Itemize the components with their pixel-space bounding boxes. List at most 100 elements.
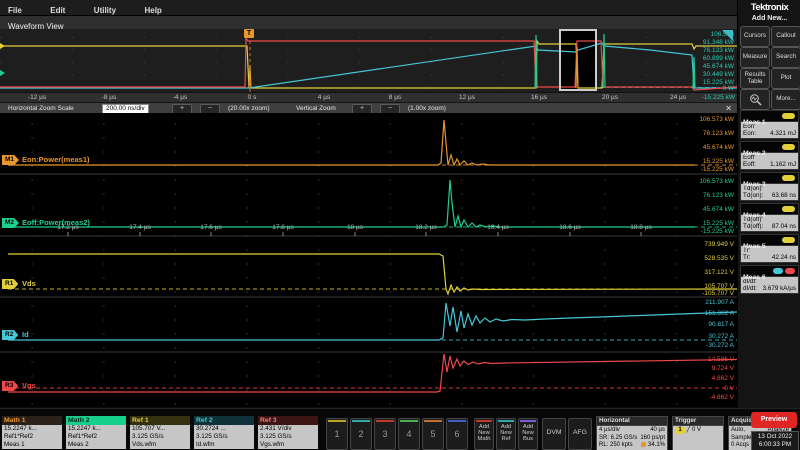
measure-button[interactable]: Measure xyxy=(740,47,770,68)
meas-1-item[interactable]: Meas 1 Eon' Eon: 4.321 mJ xyxy=(740,110,799,139)
meas-source-badge[interactable] xyxy=(782,206,795,212)
add-new-ref-button[interactable]: Add New Ref xyxy=(496,418,516,450)
channel-3-button[interactable]: 3 xyxy=(374,418,396,450)
waveform-view-tab[interactable]: Waveform View xyxy=(0,16,737,30)
more-button[interactable]: More... xyxy=(771,89,800,110)
scale-label: 15.225 kW xyxy=(703,158,734,165)
h-sample-rate: SR: 6.25 GS/s xyxy=(599,435,637,443)
badge-title: Ref 1 xyxy=(130,416,190,425)
results-table-button[interactable]: Results Table xyxy=(740,68,770,89)
zoom-close-icon[interactable]: ✕ xyxy=(725,104,732,113)
scale-label: 45.674 kW xyxy=(703,144,734,151)
channel-2-button[interactable]: 2 xyxy=(350,418,372,450)
badge-title: Math 1 xyxy=(2,416,62,425)
channel-1-button[interactable]: 1 xyxy=(326,418,348,450)
menu-utility[interactable]: Utility xyxy=(94,3,116,15)
ref1-level-marker xyxy=(0,43,5,49)
scale-label: -105.707 V xyxy=(702,290,734,297)
preview-button[interactable]: Preview xyxy=(751,412,797,428)
add-new-bus-button[interactable]: Add New Bus xyxy=(518,418,538,450)
scale-label: 9.724 V xyxy=(712,365,734,372)
horizontal-panel[interactable]: Horizontal 4 µs/div40 µs SR: 6.25 GS/s16… xyxy=(596,416,668,450)
meas-5-item[interactable]: Meas 5 Tr' Tr: 42.24 ns xyxy=(740,234,799,263)
channel-6-button[interactable]: 6 xyxy=(446,418,468,450)
scale-label: 14.586 V xyxy=(708,356,734,363)
add-new-label: Add New... xyxy=(738,15,800,22)
date-label: 13 Oct 2022 xyxy=(752,433,798,441)
vertical-zoom-handle[interactable] xyxy=(722,30,733,41)
add-new-math-button[interactable]: Add New Math xyxy=(474,418,494,450)
time-tick: 18.4 µs xyxy=(487,224,508,231)
overview-tick: 0 s xyxy=(248,94,257,101)
ref3-settings-badge[interactable]: Ref 3 2.431 V/div 3.125 GS/s Vgs.wfm xyxy=(258,416,318,449)
meas-title: Meas 1 xyxy=(743,119,766,126)
scale-label: 90.817 A xyxy=(708,321,734,328)
meas-source-badge[interactable] xyxy=(782,113,795,119)
oscilloscope-app: File Edit Utility Help Waveform View 106… xyxy=(0,0,800,450)
waveform-traces xyxy=(0,113,737,407)
cursors-button[interactable]: Cursors xyxy=(740,26,770,47)
dvm-button[interactable]: DVM xyxy=(542,418,566,450)
meas-4-item[interactable]: Meas 4 Td(off)' Td(off): 87.04 ns xyxy=(740,203,799,232)
trigger-position-flag[interactable]: T xyxy=(244,29,254,38)
ref1-settings-badge[interactable]: Ref 1 105.707 V... 3.125 GS/s Vds.wfm xyxy=(130,416,190,449)
overview-tick: -4 µs xyxy=(173,94,188,101)
search-button[interactable]: Search xyxy=(771,47,800,68)
meas-source-badge[interactable] xyxy=(773,268,783,274)
meas-2-item[interactable]: Meas 2 Eoff' Eoff: 1.162 mJ xyxy=(740,141,799,170)
badge-line: Meas 2 xyxy=(68,441,124,449)
h-resolution: 160 ps/pt xyxy=(640,435,665,443)
meas-name: Td(off): xyxy=(743,223,763,230)
meas-source-badge[interactable] xyxy=(782,144,795,150)
panel1-trace-label: Eon:Power(meas1) xyxy=(22,155,90,164)
dvm-label: DVM xyxy=(546,429,561,436)
channel-4-button[interactable]: 4 xyxy=(398,418,420,450)
trigger-level: 0 V xyxy=(692,427,701,433)
plot-button[interactable]: Plot xyxy=(771,68,800,89)
meas-source-badge[interactable] xyxy=(782,175,795,181)
channel-5-button[interactable]: 5 xyxy=(422,418,444,450)
panel4-trace-label: Id xyxy=(22,330,29,339)
meas-name: dI/dt: xyxy=(743,285,757,292)
zoom-tool-button[interactable] xyxy=(740,89,770,110)
overview-scale-label: 30.449 kW xyxy=(703,71,734,78)
callout-button[interactable]: Callout xyxy=(771,26,800,47)
panel2-trace-label: Eoff:Power(meas2) xyxy=(22,218,90,227)
channel-number: 3 xyxy=(375,429,395,439)
badge-line: 3.125 GS/s xyxy=(132,433,188,441)
trigger-title: Trigger xyxy=(672,416,724,425)
meas-source-badge[interactable] xyxy=(785,268,795,274)
menu-bar: File Edit Utility Help xyxy=(0,0,800,16)
meas-3-item[interactable]: Meas 3 Td(on)' Td(on): 63.68 ns xyxy=(740,172,799,201)
h-record-length: RL: 250 kpts xyxy=(599,442,633,450)
meas-6-item[interactable]: Meas 6 dI/dt' dI/dt: 3.679 kA/µs xyxy=(740,265,799,294)
badge-line: Ref1*Ref2 xyxy=(4,433,60,441)
ref2-settings-badge[interactable]: Ref 2 30.2724 ... 3.125 GS/s Id.wfm xyxy=(194,416,254,449)
scale-label: 317.121 V xyxy=(704,269,734,276)
overview-tick: -12 µs xyxy=(28,94,46,101)
afg-button[interactable]: AFG xyxy=(568,418,592,450)
scale-label: 76.123 kW xyxy=(703,130,734,137)
overview-tick: 16 µs xyxy=(531,94,547,101)
v-zoom-factor: (1.00x zoom) xyxy=(408,105,446,112)
time-label: 6:00:33 PM xyxy=(752,441,798,449)
overview-tick: 8 µs xyxy=(389,94,401,101)
trigger-panel[interactable]: Trigger 1 ╱ 0 V xyxy=(672,416,724,450)
math1-settings-badge[interactable]: Math 1 15.2247 k... Ref1*Ref2 Meas 1 xyxy=(2,416,62,449)
overview-strip[interactable]: 106.573 91.348 kW 76.123 kW 60.899 kW 45… xyxy=(0,29,737,92)
overview-tick: 4 µs xyxy=(318,94,330,101)
v-zoom-label: Vertical Zoom xyxy=(296,105,336,112)
math2-settings-badge[interactable]: Math 2 15.2247 k... Ref1*Ref2 Meas 2 xyxy=(66,416,126,449)
time-tick: 18.8 µs xyxy=(630,224,651,231)
meas-value: 42.24 ns xyxy=(772,254,796,261)
menu-edit[interactable]: Edit xyxy=(50,3,65,15)
trigger-source-badge: 1 xyxy=(675,427,685,434)
menu-help[interactable]: Help xyxy=(144,3,161,15)
time-tick: 17.4 µs xyxy=(129,224,150,231)
waveform-panels[interactable]: M1 Eon:Power(meas1) M2 Eoff:Power(meas2)… xyxy=(0,113,737,407)
meas-source-badge[interactable] xyxy=(782,237,795,243)
menu-file[interactable]: File xyxy=(8,3,22,15)
overview-scale-label: 45.674 kW xyxy=(703,63,734,70)
overview-scale-label: 60.899 kW xyxy=(703,55,734,62)
meas-title: Meas 6 xyxy=(743,274,766,281)
